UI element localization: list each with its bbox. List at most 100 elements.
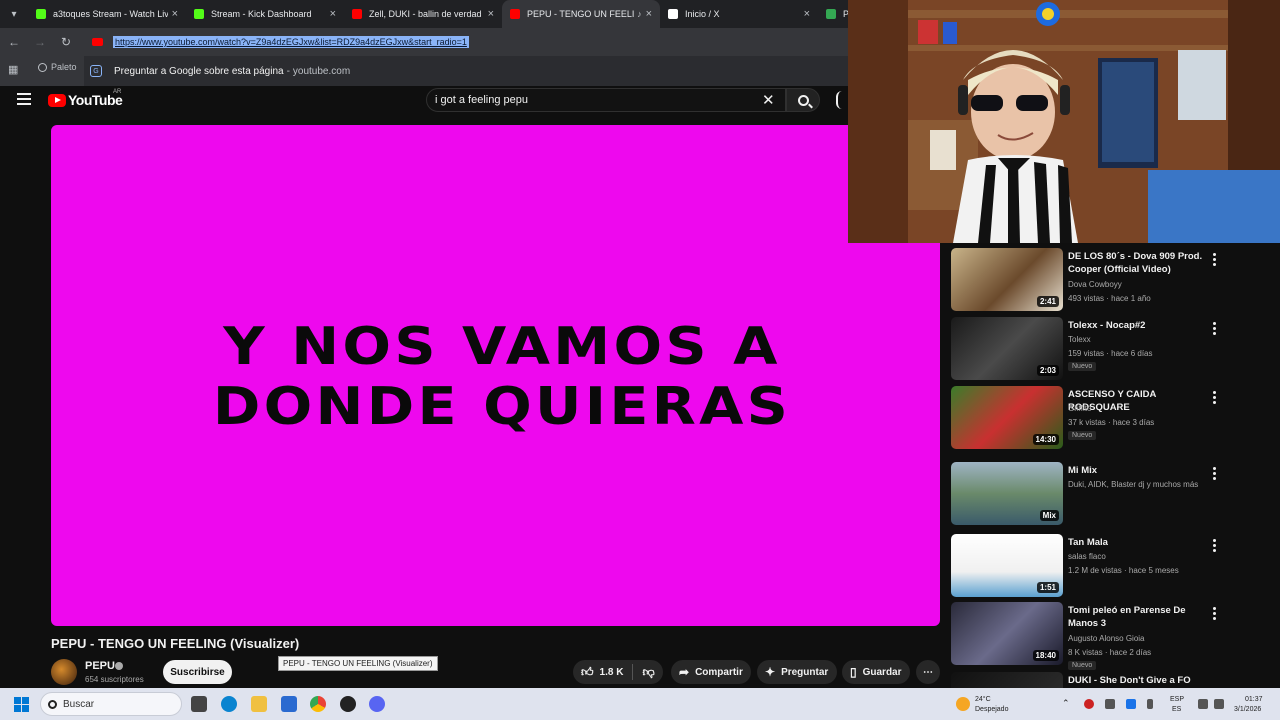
forward-button[interactable]: → [28,30,52,54]
store-icon[interactable] [281,696,297,712]
video-title: PEPU - TENGO UN FEELING (Visualizer) [51,636,300,651]
tab-search-icon[interactable]: ▾ [0,0,28,28]
more-options-icon[interactable] [1210,607,1218,621]
video-thumbnail[interactable]: 2:03 [951,317,1063,380]
search-input[interactable]: i got a feeling pepu [426,88,786,112]
youtube-play-icon [48,93,66,107]
like-icon[interactable]: 👍︎ [581,665,594,680]
youtube-logo[interactable]: YouTube [48,92,123,108]
bluetooth-icon[interactable] [1126,699,1136,709]
more-options-icon[interactable] [1210,322,1218,336]
browser-tab[interactable]: PEPU - TENGO UN FEELING♪ × [502,0,660,28]
search-icon [797,94,809,106]
channel-name[interactable]: PEPU [85,660,115,672]
discord-icon[interactable] [369,696,385,712]
ask-google-suggestion[interactable]: G Preguntar a Google sobre esta página -… [84,56,848,86]
search-button[interactable] [786,88,820,112]
bookmark-paleto[interactable]: Paleto [38,62,77,72]
recommendation-title[interactable]: DE LOS 80´s - Dova 909 Prod. Cooper (Off… [1068,250,1210,276]
video-thumbnail[interactable]: 18:40 [951,602,1063,665]
reload-button[interactable]: ↻ [54,30,78,54]
suggestion-domain: youtube.com [292,65,351,77]
subscribe-button[interactable]: Suscribirse [163,660,232,684]
microphone-icon[interactable] [836,91,848,109]
save-button[interactable]: ▯ Guardar [842,660,910,684]
browser-tab[interactable]: a3toques Stream - Watch Live o × [28,0,186,28]
close-tab-icon[interactable]: × [488,8,494,20]
recommendation-channel[interactable]: Griffito [1068,402,1228,415]
recommendation-title[interactable]: Tomi peleó en Parense De Manos 3 [1068,604,1210,630]
language[interactable]: ESP [1170,695,1184,704]
network-icon[interactable] [1198,699,1208,709]
weather-icon[interactable] [956,697,970,711]
taskbar-search[interactable]: Buscar [40,692,182,716]
windows-start-icon[interactable] [14,697,29,712]
dislike-icon[interactable]: 👎︎ [642,665,654,680]
back-button[interactable]: ← [2,30,26,54]
recommendation-item[interactable]: 14:30 ASCENSO Y CAIDA RODSQUARE Griffito 37… [951,386,1231,452]
clear-search-icon[interactable]: ✕ [762,91,775,109]
like-count[interactable]: 1.8 K [600,667,624,678]
video-thumbnail[interactable]: 14:30 [951,386,1063,449]
tray-app-icon[interactable] [1105,699,1115,709]
kick-icon [36,9,46,19]
tray-app-icon[interactable] [1084,699,1094,709]
taskbar-search-placeholder: Buscar [63,698,95,710]
share-button[interactable]: ➦ Compartir [671,660,751,684]
duration-badge: 1:51 [1036,582,1059,593]
recommendation-item[interactable]: 2:41 DE LOS 80´s - Dova 909 Prod. Cooper … [951,248,1231,314]
clock-time[interactable]: 01:37 [1245,695,1263,704]
more-options-icon[interactable] [1210,539,1218,553]
task-view-icon[interactable] [191,696,207,712]
volume-icon[interactable] [1214,699,1224,709]
recommendation-item[interactable]: 2:03 Tolexx - Nocap#2 Tolexx 159 vistas · h… [951,317,1231,383]
browser-tab[interactable]: Zell, DUKI - ballin de verdad (p × [344,0,502,28]
language-sub[interactable]: ES [1172,705,1181,714]
recommendation-channel[interactable]: salas flaco [1068,550,1228,563]
video-thumbnail[interactable]: 1:51 [951,534,1063,597]
more-options-icon[interactable] [1210,253,1218,267]
clock-date[interactable]: 3/1/2026 [1234,705,1261,714]
recommendation-item[interactable]: Mix Mi Mix Duki, AIDK, Blaster dj y muchos… [951,462,1231,528]
recommendation-channel[interactable]: Dova Cowboyy [1068,278,1228,291]
audio-playing-icon[interactable]: ♪ [637,9,642,19]
suggestion-separator: - [286,65,290,77]
more-options-icon[interactable] [1210,467,1218,481]
recommendation-channel[interactable]: Tolexx [1068,333,1228,346]
tray-chevron-icon[interactable]: ⌃ [1062,699,1070,708]
recommendation-channel[interactable]: Augusto Alonso Gioia [1068,632,1228,645]
weather-temp: 24°C [975,696,991,703]
microphone-tray-icon[interactable] [1147,699,1153,709]
file-explorer-icon[interactable] [251,696,267,712]
close-tab-icon[interactable]: × [646,8,652,20]
browser-tab[interactable]: Inicio / X × [660,0,818,28]
ask-button[interactable]: ✦ Preguntar [757,660,837,684]
video-thumbnail[interactable]: 2:41 [951,248,1063,311]
app-icon[interactable] [340,696,356,712]
recommendation-item[interactable]: 1:51 Tan Mala salas flaco 1.2 M de vistas ·… [951,534,1231,600]
apps-grid-icon[interactable]: ▦ [8,63,18,76]
recommendation-title[interactable]: Mi Mix [1068,464,1210,477]
close-tab-icon[interactable]: × [804,8,810,20]
recommendation-title[interactable]: Tan Mala [1068,536,1210,549]
video-player[interactable]: Y NOS VAMOS A DONDE QUIERAS [51,125,940,626]
duration-badge: Mix [1039,510,1059,521]
menu-icon[interactable] [17,93,31,105]
youtube-icon [352,9,362,19]
video-thumbnail[interactable]: Mix [951,462,1063,525]
channel-avatar[interactable] [51,659,77,685]
close-tab-icon[interactable]: × [172,8,178,20]
recommendation-title[interactable]: DUKI - She Don't Give a FO [1068,674,1210,687]
search-query: i got a feeling pepu [435,94,528,106]
browser-tab[interactable]: Stream - Kick Dashboard × [186,0,344,28]
close-tab-icon[interactable]: × [330,8,336,20]
more-options-icon[interactable] [1210,391,1218,405]
recommendation-item[interactable]: 18:40 Tomi peleó en Parense De Manos 3 Aug… [951,602,1231,670]
edge-icon[interactable] [221,696,237,712]
chrome-icon[interactable] [310,696,326,712]
address-bar[interactable]: https://www.youtube.com/watch?v=Z9a4dzEG… [86,31,846,53]
more-actions-button[interactable]: ⋯ [916,660,940,684]
url-text[interactable]: https://www.youtube.com/watch?v=Z9a4dzEG… [113,36,469,48]
tab-title: a3toques Stream - Watch Live o [53,9,168,19]
recommendation-title[interactable]: Tolexx - Nocap#2 [1068,319,1210,332]
